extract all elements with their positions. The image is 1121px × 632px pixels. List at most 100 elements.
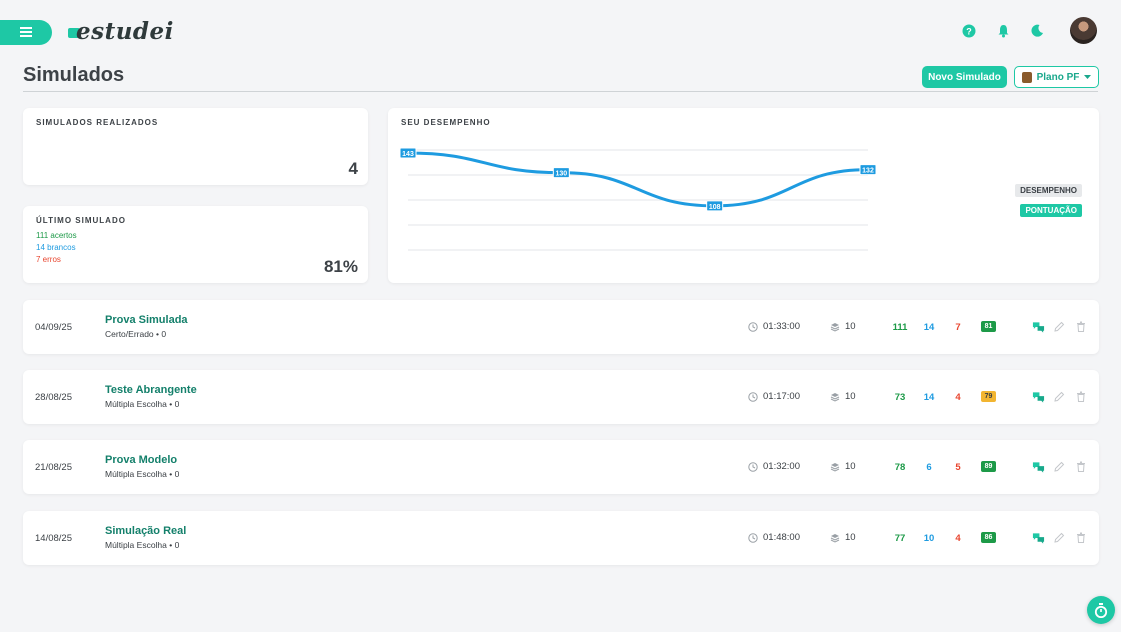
clock-icon <box>748 321 758 332</box>
row-time-value: 01:17:00 <box>763 391 800 402</box>
row-questions-value: 10 <box>845 321 856 332</box>
simulado-row[interactable]: 04/09/25 Prova Simulada Certo/Errado • 0… <box>23 300 1099 354</box>
edit-icon[interactable] <box>1053 460 1066 473</box>
row-date: 14/08/25 <box>35 533 72 544</box>
row-acertos: 78 <box>894 462 906 473</box>
series-line <box>407 151 869 208</box>
simulados-realizados-card: SIMULADOS REALIZADOS 4 <box>23 108 368 185</box>
bell-icon[interactable] <box>996 24 1010 38</box>
comments-icon[interactable] <box>1032 460 1045 473</box>
data-point-label: 132 <box>859 164 877 176</box>
legend-pontuacao[interactable]: PONTUAÇÃO <box>1020 204 1082 217</box>
logo-text: estudei <box>76 18 174 45</box>
layers-icon <box>830 392 840 402</box>
row-time: 01:48:00 <box>748 532 800 543</box>
data-point-label: 143 <box>399 147 417 159</box>
edit-icon[interactable] <box>1053 320 1066 333</box>
row-erros: 4 <box>955 392 961 403</box>
svg-text:108: 108 <box>709 204 721 211</box>
row-title[interactable]: Prova Modelo <box>105 454 177 466</box>
row-score-badge: 86 <box>981 532 996 543</box>
row-date: 28/08/25 <box>35 392 72 403</box>
erros-text: 7 erros <box>36 255 61 264</box>
row-actions <box>1032 531 1087 544</box>
svg-text:143: 143 <box>402 151 414 158</box>
edit-icon[interactable] <box>1053 531 1066 544</box>
row-brancos: 6 <box>926 462 932 473</box>
app-logo[interactable]: estudei <box>68 18 174 45</box>
comments-icon[interactable] <box>1032 320 1045 333</box>
moon-icon[interactable] <box>1030 24 1044 38</box>
plan-label: Plano PF <box>1036 71 1080 83</box>
trash-icon[interactable] <box>1074 460 1087 473</box>
row-erros: 5 <box>955 462 961 473</box>
simulado-row[interactable]: 28/08/25 Teste Abrangente Múltipla Escol… <box>23 370 1099 424</box>
avatar[interactable] <box>1070 17 1097 44</box>
row-brancos: 14 <box>923 322 935 333</box>
caret-down-icon <box>1084 74 1092 79</box>
row-questions: 10 <box>830 532 856 543</box>
row-title[interactable]: Teste Abrangente <box>105 384 197 396</box>
layers-icon <box>830 462 840 472</box>
menu-button[interactable] <box>0 20 52 45</box>
clock-icon <box>748 532 758 543</box>
row-title[interactable]: Simulação Real <box>105 525 186 537</box>
stopwatch-icon <box>1094 602 1108 618</box>
row-subtitle: Múltipla Escolha • 0 <box>105 540 180 550</box>
trash-icon[interactable] <box>1074 390 1087 403</box>
row-date: 04/09/25 <box>35 322 72 333</box>
stopwatch-button[interactable] <box>1087 596 1115 624</box>
svg-text:132: 132 <box>862 168 874 175</box>
row-actions <box>1032 320 1087 333</box>
comments-icon[interactable] <box>1032 390 1045 403</box>
layers-icon <box>830 533 840 543</box>
top-bar: estudei ? <box>0 0 1121 62</box>
plan-dropdown[interactable]: Plano PF <box>1014 66 1099 88</box>
row-brancos: 10 <box>923 533 935 544</box>
menu-icon <box>20 24 32 42</box>
edit-icon[interactable] <box>1053 390 1066 403</box>
ultimo-stats: 111 acertos 14 brancos 7 erros <box>36 230 77 266</box>
acertos-text: 111 acertos <box>36 231 77 240</box>
data-point-label: 130 <box>552 167 570 179</box>
row-subtitle: Certo/Errado • 0 <box>105 329 167 339</box>
simulado-row[interactable]: 21/08/25 Prova Modelo Múltipla Escolha •… <box>23 440 1099 494</box>
row-erros: 4 <box>955 533 961 544</box>
row-questions: 10 <box>830 321 856 332</box>
plan-badge-icon <box>1021 71 1032 83</box>
row-title[interactable]: Prova Simulada <box>105 314 188 326</box>
ultimo-simulado-card: ÚLTIMO SIMULADO 111 acertos 14 brancos 7… <box>23 206 368 283</box>
row-questions-value: 10 <box>845 532 856 543</box>
chart-legend: DESEMPENHO PONTUAÇÃO <box>1015 184 1082 217</box>
performance-chart: 143 130 108 132 <box>399 147 877 251</box>
ultimo-percent: 81% <box>323 257 358 276</box>
row-date: 21/08/25 <box>35 462 72 473</box>
row-score-badge: 81 <box>981 321 996 332</box>
title-divider <box>23 91 1098 92</box>
comments-icon[interactable] <box>1032 531 1045 544</box>
clock-icon <box>748 461 758 472</box>
row-subtitle: Múltipla Escolha • 0 <box>105 469 180 479</box>
row-acertos: 111 <box>892 322 908 333</box>
new-simulado-button[interactable]: Novo Simulado <box>922 66 1007 88</box>
clock-icon <box>748 391 758 402</box>
row-acertos: 73 <box>894 392 906 403</box>
row-time: 01:17:00 <box>748 391 800 402</box>
row-time: 01:32:00 <box>748 461 800 472</box>
row-time-value: 01:32:00 <box>763 461 800 472</box>
row-questions-value: 10 <box>845 391 856 402</box>
legend-desempenho[interactable]: DESEMPENHO <box>1015 184 1082 197</box>
card-label: SIMULADOS REALIZADOS <box>36 118 159 127</box>
help-icon[interactable]: ? <box>962 24 976 38</box>
trash-icon[interactable] <box>1074 320 1087 333</box>
row-questions: 10 <box>830 391 856 402</box>
simulado-row[interactable]: 14/08/25 Simulação Real Múltipla Escolha… <box>23 511 1099 565</box>
row-brancos: 14 <box>923 392 935 403</box>
svg-text:?: ? <box>966 26 972 36</box>
row-time-value: 01:48:00 <box>763 532 800 543</box>
trash-icon[interactable] <box>1074 531 1087 544</box>
row-time: 01:33:00 <box>748 321 800 332</box>
card-label: ÚLTIMO SIMULADO <box>36 216 126 225</box>
top-icons: ? <box>962 17 1097 44</box>
row-questions: 10 <box>830 461 856 472</box>
